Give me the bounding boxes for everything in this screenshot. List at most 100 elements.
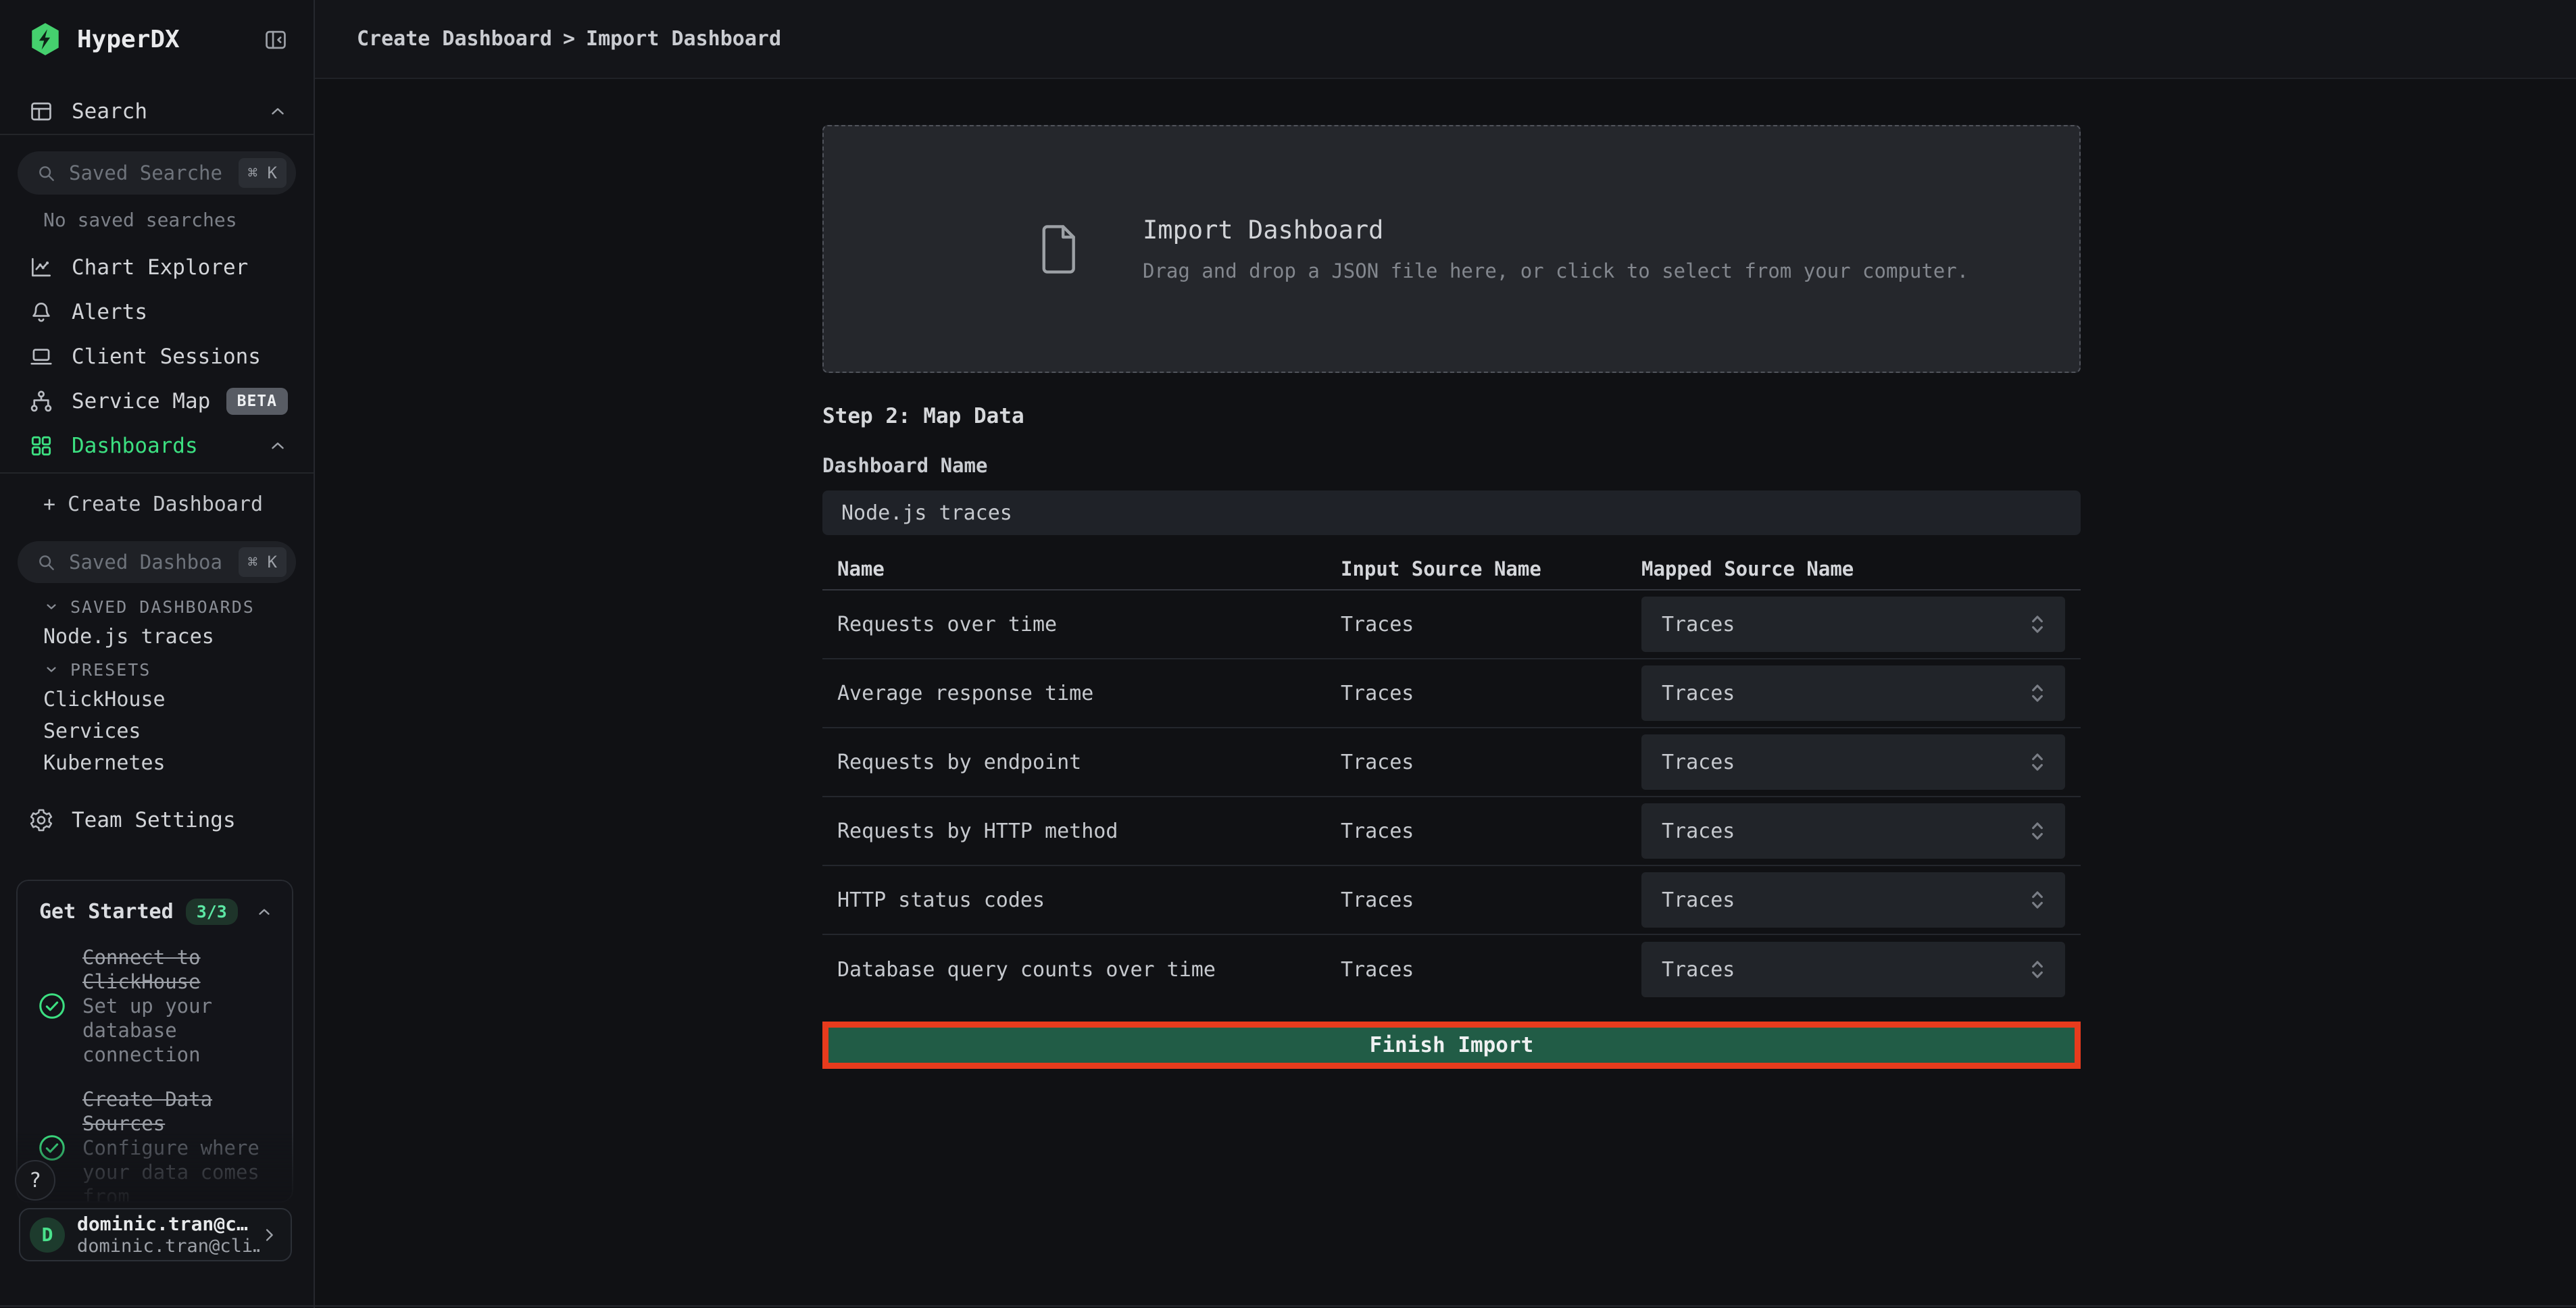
get-started-title: Get Started: [39, 900, 174, 924]
sidebar-item-search[interactable]: Search: [0, 89, 314, 134]
input-source: Traces: [1341, 682, 1641, 705]
sidebar-item-label: Search: [72, 99, 268, 124]
help-button[interactable]: ?: [15, 1160, 55, 1201]
saved-dashboards-section-header[interactable]: SAVED DASHBOARDS: [0, 593, 314, 621]
table-row: HTTP status codes Traces Traces: [822, 866, 2081, 935]
chevron-down-icon: [43, 599, 59, 615]
sidebar-item-team-settings[interactable]: Team Settings: [0, 798, 314, 842]
breadcrumb[interactable]: Create Dashboard > Import Dashboard: [357, 27, 781, 51]
sidebar-preset-clickhouse[interactable]: ClickHouse: [0, 684, 314, 715]
sidebar: HyperDX Search ⌘ K: [0, 0, 315, 1308]
no-saved-searches-note: No saved searches: [0, 203, 314, 236]
plus-icon: +: [43, 493, 55, 516]
sidebar-item-alerts[interactable]: Alerts: [0, 290, 314, 334]
mapped-source-select[interactable]: Traces: [1641, 597, 2065, 652]
task-title: Connect to ClickHouse: [82, 945, 278, 994]
sidebar-preset-kubernetes[interactable]: Kubernetes: [0, 747, 314, 779]
sidebar-item-label: Service Map: [72, 389, 226, 413]
table-row: Database query counts over time Traces T…: [822, 935, 2081, 1004]
import-content: Import Dashboard Drag and drop a JSON fi…: [822, 79, 2081, 1069]
chart-name: HTTP status codes: [837, 888, 1341, 912]
chevron-down-icon: [43, 661, 59, 678]
section-title: PRESETS: [70, 660, 151, 680]
sidebar-item-label: Dashboards: [72, 434, 268, 458]
dashboards-grid-icon: [28, 433, 54, 459]
check-circle-icon: [36, 990, 68, 1022]
select-chevrons-icon: [2025, 680, 2050, 706]
saved-dashboards-input[interactable]: [69, 551, 224, 574]
presets-section-header[interactable]: PRESETS: [0, 655, 314, 684]
mapped-source-select[interactable]: Traces: [1641, 942, 2065, 997]
sidebar-dashboard-nodejs-traces[interactable]: Node.js traces: [0, 621, 314, 653]
input-source: Traces: [1341, 613, 1641, 636]
table-row: Requests over time Traces Traces: [822, 590, 2081, 659]
sidebar-item-service-map[interactable]: Service Map BETA: [0, 379, 314, 424]
shortcut-badge: ⌘ K: [239, 547, 287, 577]
breadcrumb-import-dashboard[interactable]: Import Dashboard: [586, 27, 781, 51]
column-header-input-source: Input Source Name: [1341, 557, 1641, 580]
sidebar-collapse-button[interactable]: [262, 26, 289, 53]
create-dashboard-button[interactable]: + Create Dashboard: [0, 482, 314, 526]
step-title: Step 2: Map Data: [822, 404, 2081, 428]
get-started-header[interactable]: Get Started 3/3: [18, 881, 292, 925]
sidebar-item-label: Chart Explorer: [72, 255, 288, 280]
task-subtitle: Configure where your data comes from: [82, 1136, 278, 1203]
mapped-source-select[interactable]: Traces: [1641, 665, 2065, 721]
get-started-item-connect[interactable]: Connect to ClickHouse Set up your databa…: [18, 925, 292, 1067]
top-bar: Create Dashboard > Import Dashboard: [315, 0, 2576, 79]
saved-searches-search[interactable]: ⌘ K: [18, 151, 296, 195]
column-header-name: Name: [837, 557, 1341, 580]
chart-name: Average response time: [837, 682, 1341, 705]
mapped-source-select[interactable]: Traces: [1641, 803, 2065, 859]
panel-collapse-icon: [263, 27, 289, 53]
chevron-up-icon: [268, 101, 288, 122]
sidebar-item-chart-explorer[interactable]: Chart Explorer: [0, 245, 314, 290]
dropzone-title: Import Dashboard: [1143, 216, 1968, 245]
column-header-mapped-source: Mapped Source Name: [1641, 557, 2081, 580]
mapped-source-select[interactable]: Traces: [1641, 734, 2065, 790]
table-row: Requests by HTTP method Traces Traces: [822, 797, 2081, 866]
sidebar-item-dashboards[interactable]: Dashboards: [0, 424, 314, 468]
avatar: D: [30, 1217, 65, 1253]
select-chevrons-icon: [2025, 749, 2050, 775]
select-chevrons-icon: [2025, 611, 2050, 637]
saved-dashboards-search[interactable]: ⌘ K: [18, 541, 296, 583]
get-started-item-sources[interactable]: Create Data Sources Configure where your…: [18, 1067, 292, 1203]
saved-searches-input[interactable]: [69, 161, 224, 184]
breadcrumb-create-dashboard[interactable]: Create Dashboard: [357, 27, 552, 51]
dashboard-name-input[interactable]: [822, 490, 2081, 535]
file-icon: [1039, 222, 1081, 276]
question-mark-icon: ?: [29, 1169, 41, 1192]
shortcut-badge: ⌘ K: [239, 158, 287, 188]
select-chevrons-icon: [2025, 818, 2050, 844]
sidebar-item-label: Client Sessions: [72, 345, 288, 369]
sidebar-item-client-sessions[interactable]: Client Sessions: [0, 334, 314, 379]
finish-import-label: Finish Import: [1370, 1033, 1534, 1057]
hyperdx-logo-icon: [28, 22, 62, 58]
sidebar-item-label: Team Settings: [72, 808, 288, 832]
sidebar-item-label: Alerts: [72, 300, 288, 324]
chevron-right-icon: [259, 1226, 278, 1244]
chart-name: Requests by endpoint: [837, 751, 1341, 774]
chevron-up-icon: [268, 436, 288, 456]
search-icon: [35, 551, 57, 573]
user-profile-card[interactable]: D dominic.tran@c… dominic.tran@cli…: [19, 1208, 292, 1261]
table-icon: [28, 99, 54, 124]
app-window: HyperDX Search ⌘ K: [0, 0, 2576, 1308]
mapping-table: Name Input Source Name Mapped Source Nam…: [822, 549, 2081, 1004]
finish-import-button[interactable]: Finish Import: [822, 1022, 2081, 1069]
user-name: dominic.tran@c…: [77, 1213, 259, 1235]
line-chart-icon: [28, 255, 54, 280]
chart-name: Database query counts over time: [837, 958, 1341, 982]
logo-row: HyperDX: [0, 0, 314, 79]
chart-name: Requests over time: [837, 613, 1341, 636]
table-row: Requests by endpoint Traces Traces: [822, 728, 2081, 797]
json-dropzone[interactable]: Import Dashboard Drag and drop a JSON fi…: [822, 125, 2081, 373]
dropzone-subtitle: Drag and drop a JSON file here, or click…: [1143, 259, 1968, 282]
select-chevrons-icon: [2025, 887, 2050, 913]
task-title: Create Data Sources: [82, 1087, 278, 1136]
mapped-source-select[interactable]: Traces: [1641, 872, 2065, 928]
input-source: Traces: [1341, 958, 1641, 982]
sidebar-preset-services[interactable]: Services: [0, 715, 314, 747]
search-icon: [35, 162, 57, 184]
